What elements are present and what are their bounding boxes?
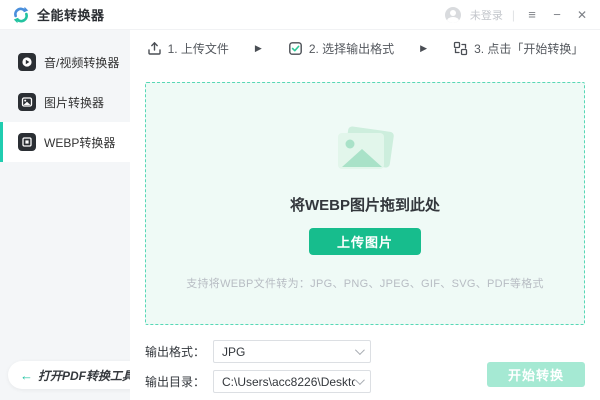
step-label: 1. 上传文件: [168, 40, 229, 57]
output-directory-select[interactable]: C:\Users\acc8226\Desktop: [213, 370, 371, 393]
chevron-down-icon: [355, 345, 365, 355]
step-label: 2. 选择输出格式: [309, 40, 394, 57]
chevron-down-icon: [355, 375, 365, 385]
format-check-icon: [288, 41, 303, 56]
step-select-format: 2. 选择输出格式: [288, 40, 394, 57]
titlebar: 全能转换器 未登录 | ≡ − ✕: [0, 0, 600, 30]
sidebar-item-webp-converter[interactable]: WEBP转换器: [0, 122, 130, 162]
sidebar-item-label: 图片转换器: [44, 94, 104, 111]
video-converter-icon: [18, 53, 36, 71]
output-format-value: JPG: [222, 345, 355, 359]
menu-icon[interactable]: ≡: [524, 7, 540, 23]
step-start-convert: 3. 点击「开始转换」: [453, 40, 583, 57]
step-upload-file: 1. 上传文件: [147, 40, 229, 57]
output-directory-label: 输出目录：: [145, 373, 207, 390]
sidebar-item-label: WEBP转换器: [44, 134, 115, 151]
main-panel: 1. 上传文件 ▶ 2. 选择输出格式 ▶ 3. 点击「开始转换」: [130, 30, 600, 400]
login-status[interactable]: 未登录: [470, 7, 503, 23]
sidebar-item-image-converter[interactable]: 图片转换器: [0, 82, 130, 122]
upload-icon: [147, 41, 162, 56]
sidebar-item-label: 音/视频转换器: [44, 54, 119, 71]
left-arrow-icon: ←: [20, 368, 33, 383]
output-format-select[interactable]: JPG: [213, 340, 371, 363]
sidebar-item-audio-video-converter[interactable]: 音/视频转换器: [0, 42, 130, 82]
steps-bar: 1. 上传文件 ▶ 2. 选择输出格式 ▶ 3. 点击「开始转换」: [130, 30, 600, 66]
user-avatar[interactable]: [445, 7, 461, 23]
output-format-label: 输出格式：: [145, 343, 207, 360]
app-title: 全能转换器: [37, 5, 105, 24]
output-directory-value: C:\Users\acc8226\Desktop: [222, 375, 355, 389]
convert-cycle-icon: [453, 41, 468, 56]
sidebar: 音/视频转换器 图片转换器 WEBP转换器 ← 打开PDF转换工具: [0, 30, 130, 400]
open-pdf-tool-button[interactable]: ← 打开PDF转换工具: [8, 361, 146, 389]
app-logo-sync-icon: [12, 6, 30, 24]
titlebar-divider: |: [512, 8, 515, 22]
webp-dropzone[interactable]: 将WEBP图片拖到此处 上传图片 支持将WEBP文件转为：JPG、PNG、JPE…: [145, 82, 585, 325]
open-pdf-tool-label: 打开PDF转换工具: [38, 367, 134, 384]
minimize-icon[interactable]: −: [549, 7, 565, 23]
output-settings: 输出格式： JPG 输出目录： C:\Users\acc8226\Desktop…: [130, 330, 600, 400]
start-convert-button[interactable]: 开始转换: [487, 362, 585, 387]
supported-formats-text: 支持将WEBP文件转为：JPG、PNG、JPEG、GIF、SVG、PDF等格式: [186, 275, 544, 291]
step-label: 3. 点击「开始转换」: [474, 40, 583, 57]
picture-placeholder-icon: [330, 125, 400, 181]
step-arrow-icon: ▶: [255, 43, 262, 54]
image-converter-icon: [18, 93, 36, 111]
webp-converter-icon: [18, 133, 36, 151]
step-arrow-icon: ▶: [420, 43, 427, 54]
upload-image-button[interactable]: 上传图片: [309, 228, 421, 255]
dropzone-title: 将WEBP图片拖到此处: [290, 194, 440, 215]
close-icon[interactable]: ✕: [574, 7, 590, 23]
